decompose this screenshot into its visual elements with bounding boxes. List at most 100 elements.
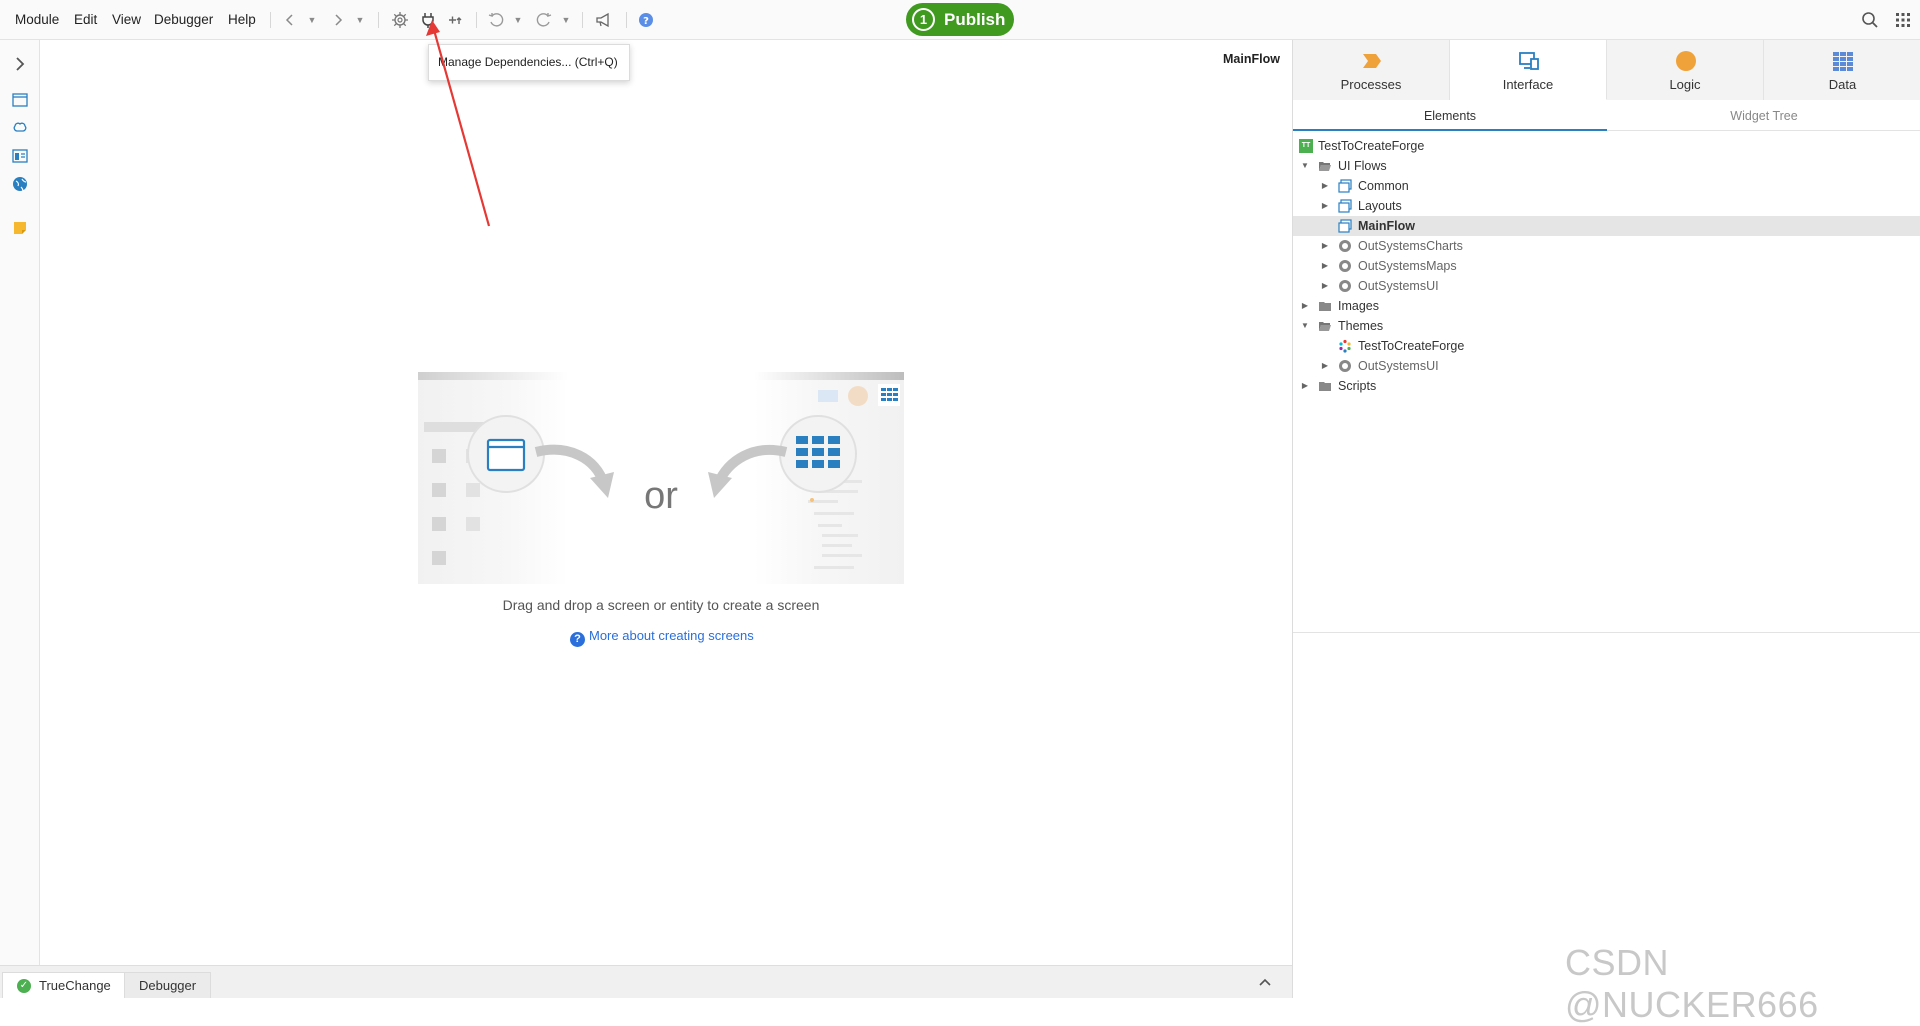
menu-view[interactable]: View bbox=[112, 12, 141, 27]
forward-icon[interactable] bbox=[328, 10, 348, 30]
folder-icon bbox=[1319, 382, 1331, 391]
chevron-right-icon[interactable]: ▶ bbox=[1319, 256, 1331, 276]
globe-icon[interactable] bbox=[10, 174, 30, 194]
chevron-right-icon[interactable]: ▶ bbox=[1319, 176, 1331, 196]
subtab-elements[interactable]: Elements bbox=[1293, 101, 1607, 131]
question-icon: ? bbox=[570, 632, 585, 647]
ui-flow-icon bbox=[1338, 179, 1352, 193]
chevron-right-icon[interactable]: ▶ bbox=[1299, 296, 1311, 316]
back-icon[interactable] bbox=[280, 10, 300, 30]
redo-icon[interactable] bbox=[534, 10, 554, 30]
chevron-right-icon[interactable]: ▶ bbox=[1299, 376, 1311, 396]
tree-label: Common bbox=[1358, 179, 1409, 193]
folder-open-icon bbox=[1319, 322, 1331, 331]
menu-edit[interactable]: Edit bbox=[74, 12, 97, 27]
reference-module-icon bbox=[1339, 360, 1351, 372]
tree-item-layouts[interactable]: ▶ Layouts bbox=[1293, 196, 1920, 216]
feedback-icon[interactable] bbox=[594, 10, 614, 30]
tree-label: OutSystemsCharts bbox=[1358, 239, 1463, 253]
flow-name-label: MainFlow bbox=[1223, 52, 1280, 66]
tab-logic[interactable]: Logic bbox=[1607, 40, 1764, 100]
check-icon: ✓ bbox=[17, 979, 31, 993]
tree-label: UI Flows bbox=[1338, 159, 1387, 173]
tab-interface-label: Interface bbox=[1502, 77, 1554, 92]
chevron-down-icon[interactable]: ▼ bbox=[1299, 316, 1311, 336]
layout-icon[interactable] bbox=[10, 146, 30, 166]
settings-icon[interactable] bbox=[390, 10, 410, 30]
element-subtabs: Elements Widget Tree bbox=[1293, 101, 1920, 131]
chevron-down-icon[interactable]: ▼ bbox=[1299, 156, 1311, 176]
publish-label: Publish bbox=[944, 10, 1006, 29]
help-icon[interactable]: ? bbox=[636, 10, 656, 30]
tree-item-images[interactable]: ▶ Images bbox=[1293, 296, 1920, 316]
chevron-up-icon[interactable] bbox=[1256, 974, 1274, 992]
more-about-screens-link[interactable]: ? More about creating screens bbox=[570, 628, 754, 647]
apps-grid-icon[interactable] bbox=[1893, 10, 1913, 30]
tab-interface[interactable]: Interface bbox=[1450, 40, 1607, 100]
empty-canvas-hint: Drag and drop a screen or entity to crea… bbox=[502, 597, 820, 613]
tree-label: Layouts bbox=[1358, 199, 1402, 213]
menu-help[interactable]: Help bbox=[228, 12, 256, 27]
chevron-right-icon[interactable]: ▶ bbox=[1319, 236, 1331, 256]
toolbar-separator bbox=[270, 12, 271, 28]
red-annotation-arrow bbox=[426, 20, 491, 227]
toolbar-separator bbox=[626, 12, 627, 28]
forward-history-dropdown[interactable]: ▼ bbox=[355, 10, 365, 30]
tree-item-outsystemscharts[interactable]: ▶ OutSystemsCharts bbox=[1293, 236, 1920, 256]
undo-dropdown[interactable]: ▼ bbox=[513, 10, 523, 30]
create-screen-illustration: or bbox=[418, 372, 904, 584]
reference-module-icon bbox=[1339, 260, 1351, 272]
tree-label: OutSystemsUI bbox=[1358, 279, 1439, 293]
tree-item-mainflow[interactable]: MainFlow bbox=[1293, 216, 1920, 236]
svg-text:?: ? bbox=[643, 16, 649, 27]
tab-debugger[interactable]: Debugger bbox=[124, 972, 212, 998]
tab-debugger-label: Debugger bbox=[139, 978, 197, 993]
subtab-widget-tree[interactable]: Widget Tree bbox=[1607, 101, 1920, 131]
chevron-right-icon[interactable]: ▶ bbox=[1319, 356, 1331, 376]
tab-processes-label: Processes bbox=[1340, 77, 1402, 92]
menu-module[interactable]: Module bbox=[15, 12, 59, 27]
publish-button[interactable]: 1 Publish bbox=[906, 3, 1014, 36]
redo-dropdown[interactable]: ▼ bbox=[561, 10, 571, 30]
screen-icon[interactable] bbox=[10, 90, 30, 110]
top-toolbar: Module Edit View Debugger Help ▼ ▼ ▼ ▼ ?… bbox=[0, 0, 1920, 40]
bottom-panel-bar: ✓ TrueChange Debugger bbox=[0, 965, 1292, 998]
toolbar-separator bbox=[582, 12, 583, 28]
search-icon[interactable] bbox=[1860, 10, 1880, 30]
chevron-right-icon[interactable]: ▶ bbox=[1319, 196, 1331, 216]
back-history-dropdown[interactable]: ▼ bbox=[307, 10, 317, 30]
ui-flow-icon bbox=[1338, 219, 1352, 233]
tree-label: Images bbox=[1338, 299, 1379, 313]
or-text: or bbox=[644, 475, 678, 517]
reference-module-icon bbox=[1339, 240, 1351, 252]
tab-processes[interactable]: Processes bbox=[1293, 40, 1450, 100]
panel-divider bbox=[1293, 632, 1920, 633]
data-icon bbox=[1833, 52, 1853, 71]
tree-item-theme-outsystemsui[interactable]: ▶ OutSystemsUI bbox=[1293, 356, 1920, 376]
tree-item-module[interactable]: TT TestToCreateForge bbox=[1293, 136, 1920, 156]
tree-item-outsystemsui[interactable]: ▶ OutSystemsUI bbox=[1293, 276, 1920, 296]
tab-data-label: Data bbox=[1828, 77, 1857, 92]
tree-item-theme-testtocreateforge[interactable]: TestToCreateForge bbox=[1293, 336, 1920, 356]
theme-icon bbox=[1339, 339, 1351, 353]
tab-truechange[interactable]: ✓ TrueChange bbox=[2, 972, 126, 998]
tree-label: Scripts bbox=[1338, 379, 1377, 393]
reference-module-icon bbox=[1339, 280, 1351, 292]
tree-item-common[interactable]: ▶ Common bbox=[1293, 176, 1920, 196]
tree-item-themes[interactable]: ▼ Themes bbox=[1293, 316, 1920, 336]
elements-tree: TT TestToCreateForge ▼ UI Flows ▶ Common… bbox=[1293, 136, 1920, 396]
tree-label: OutSystemsMaps bbox=[1358, 259, 1457, 273]
menu-debugger[interactable]: Debugger bbox=[154, 12, 213, 27]
tree-item-ui-flows[interactable]: ▼ UI Flows bbox=[1293, 156, 1920, 176]
tree-label: TestToCreateForge bbox=[1318, 139, 1425, 153]
tab-data[interactable]: Data bbox=[1764, 40, 1920, 100]
interface-icon bbox=[1519, 52, 1539, 70]
note-icon[interactable] bbox=[10, 218, 30, 238]
expand-panel-icon[interactable] bbox=[10, 54, 30, 74]
logic-icon bbox=[1676, 51, 1696, 71]
block-icon[interactable] bbox=[10, 118, 30, 138]
chevron-right-icon[interactable]: ▶ bbox=[1319, 276, 1331, 296]
tree-label: TestToCreateForge bbox=[1358, 339, 1465, 353]
tree-item-scripts[interactable]: ▶ Scripts bbox=[1293, 376, 1920, 396]
tree-item-outsystemsmaps[interactable]: ▶ OutSystemsMaps bbox=[1293, 256, 1920, 276]
